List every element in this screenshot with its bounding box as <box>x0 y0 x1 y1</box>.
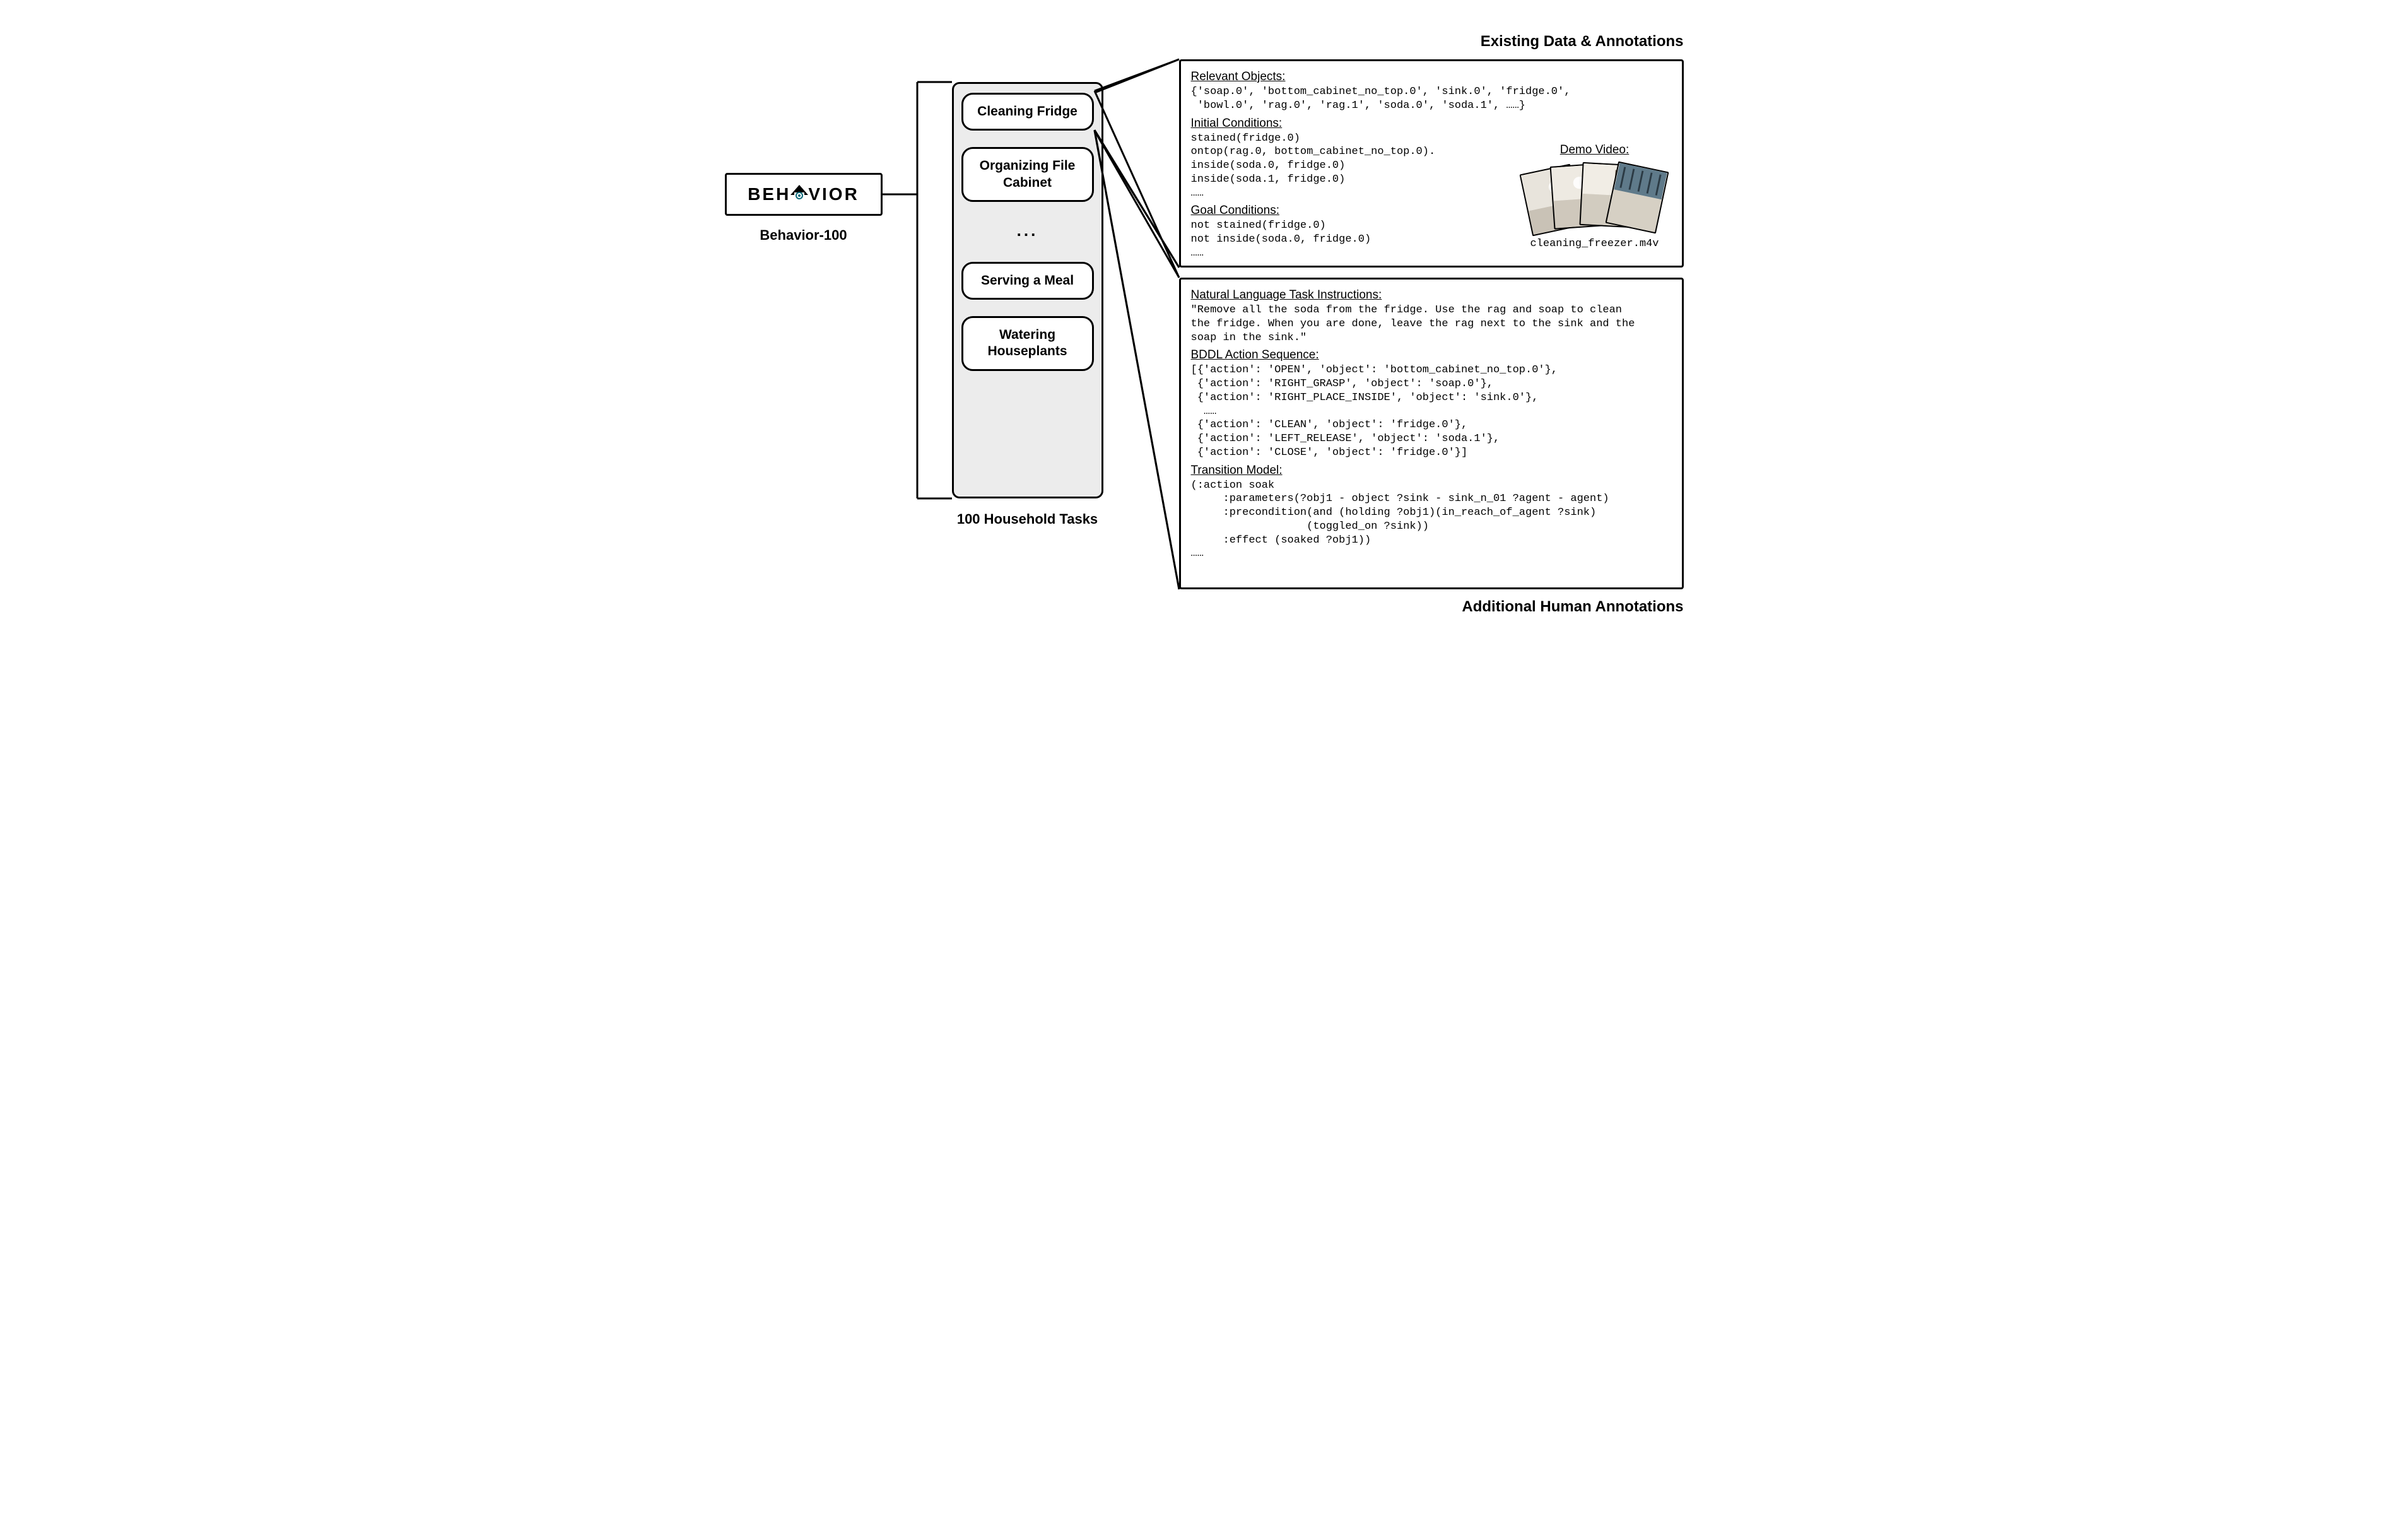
tasks-caption: 100 Household Tasks <box>952 511 1103 527</box>
demo-video-thumbnails <box>1525 163 1664 233</box>
behavior-logo: BEH VIOR <box>748 184 859 204</box>
nl-instructions-title: Natural Language Task Instructions: <box>1191 288 1672 302</box>
task-pill-watering-houseplants: Watering Houseplants <box>961 316 1094 371</box>
diagram-canvas: BEH VIOR Behavior-100 Cleaning Fridge Or… <box>725 25 1684 656</box>
relevant-objects-title: Relevant Objects: <box>1191 70 1672 84</box>
additional-annotations-title: Additional Human Annotations <box>1179 598 1684 616</box>
bddl-sequence-text: [{'action': 'OPEN', 'object': 'bottom_ca… <box>1191 363 1672 459</box>
transition-model-title: Transition Model: <box>1191 464 1672 478</box>
tasks-panel: Cleaning Fridge Organizing File Cabinet … <box>952 82 1103 498</box>
demo-video-title: Demo Video: <box>1519 143 1671 157</box>
nl-instructions-text: "Remove all the soda from the fridge. Us… <box>1191 303 1672 344</box>
logo-text-pre: BEH <box>748 184 790 204</box>
connector-lines-left <box>883 82 952 498</box>
task-ellipsis: ... <box>1017 221 1038 240</box>
demo-video-filename: cleaning_freezer.m4v <box>1519 238 1671 250</box>
task-pill-organizing-file-cabinet: Organizing File Cabinet <box>961 147 1094 202</box>
behavior-box: BEH VIOR <box>725 173 883 216</box>
initial-conditions-title: Initial Conditions: <box>1191 117 1672 131</box>
connector-lines-right <box>1095 59 1179 589</box>
demo-video-area: Demo Video: <box>1519 143 1671 250</box>
house-eye-icon <box>790 184 808 204</box>
task-pill-cleaning-fridge: Cleaning Fridge <box>961 93 1094 131</box>
transition-model-text: (:action soak :parameters(?obj1 - object… <box>1191 479 1672 562</box>
behavior-caption: Behavior-100 <box>725 227 883 244</box>
relevant-objects-text: {'soap.0', 'bottom_cabinet_no_top.0', 's… <box>1191 85 1672 113</box>
existing-data-title: Existing Data & Annotations <box>1179 33 1684 50</box>
bddl-sequence-title: BDDL Action Sequence: <box>1191 348 1672 362</box>
connector-fan <box>1095 59 1179 589</box>
task-pill-serving-a-meal: Serving a Meal <box>961 262 1094 300</box>
additional-annotations-panel: Natural Language Task Instructions: "Rem… <box>1179 278 1684 589</box>
logo-text-post: VIOR <box>808 184 859 204</box>
existing-data-panel: Relevant Objects: {'soap.0', 'bottom_cab… <box>1179 59 1684 268</box>
